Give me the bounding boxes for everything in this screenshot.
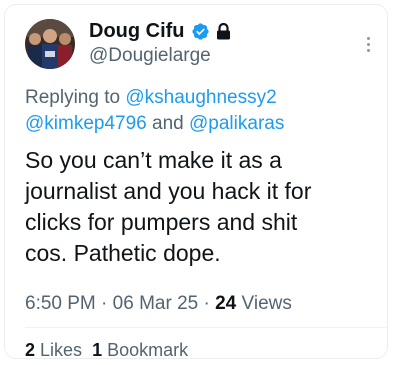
tweet-text: So you can’t make it as a journalist and… bbox=[25, 147, 312, 266]
mention-link[interactable]: @kshaughnessy2 bbox=[125, 87, 276, 108]
verified-badge-icon bbox=[191, 22, 210, 41]
avatar[interactable] bbox=[25, 19, 75, 69]
replying-to: Replying to @kshaughnessy2 @kimkep4796 a… bbox=[25, 85, 365, 137]
meta-separator: · bbox=[101, 293, 108, 314]
bookmarks-count: 1 bbox=[92, 340, 103, 360]
bookmarks-stat[interactable]: 1 Bookmark bbox=[92, 340, 188, 360]
meta-separator: · bbox=[203, 293, 210, 314]
tweet-card: Doug Cifu @Dougielarge Replying to @ksha… bbox=[4, 4, 388, 361]
mention-link[interactable]: @palikaras bbox=[189, 113, 284, 134]
engagement-stats: 2 Likes 1 Bookmark bbox=[25, 340, 188, 361]
tweet-metadata: 6:50 PM · 06 Mar 25 · 24 Views bbox=[25, 293, 292, 315]
bookmarks-label: Bookmark bbox=[107, 340, 189, 360]
display-name[interactable]: Doug Cifu bbox=[89, 20, 185, 43]
mention-link[interactable]: @kimkep4796 bbox=[25, 113, 147, 134]
views-count: 24 bbox=[215, 293, 237, 314]
replying-to-label: Replying to bbox=[25, 87, 121, 108]
likes-label: Likes bbox=[40, 340, 83, 360]
tweet-time[interactable]: 6:50 PM bbox=[25, 293, 96, 314]
likes-stat[interactable]: 2 Likes bbox=[25, 340, 82, 360]
more-options-icon[interactable] bbox=[365, 37, 371, 55]
author-handle[interactable]: @Dougielarge bbox=[89, 45, 211, 67]
likes-count: 2 bbox=[25, 340, 36, 360]
views-label: Views bbox=[241, 293, 292, 314]
lock-icon bbox=[216, 22, 231, 40]
author-name-row: Doug Cifu bbox=[89, 18, 231, 44]
mention-joiner: and bbox=[152, 113, 184, 134]
tweet-date[interactable]: 06 Mar 25 bbox=[113, 293, 199, 314]
divider bbox=[25, 327, 387, 328]
